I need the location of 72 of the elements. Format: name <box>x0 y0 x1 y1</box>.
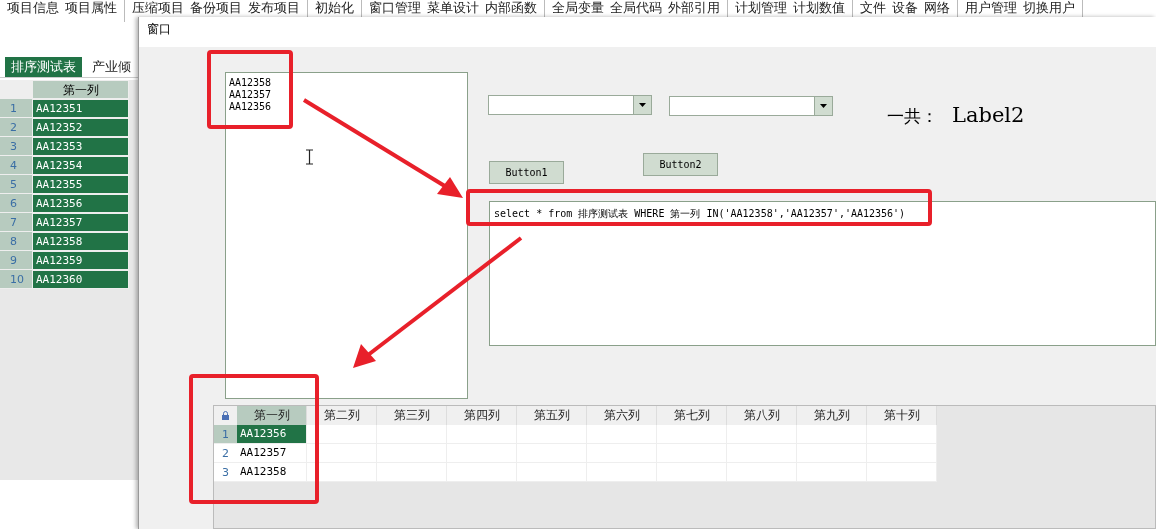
input-field[interactable]: AA12358 AA12357 AA12356 <box>225 72 468 399</box>
table-cell[interactable]: AA12357 <box>32 213 129 232</box>
table-cell[interactable]: AA12355 <box>32 175 129 194</box>
sheet-tab[interactable]: 产业倾 <box>86 57 137 77</box>
table-cell[interactable]: AA12356 <box>237 425 307 444</box>
column-header[interactable]: 第二列 <box>307 406 377 425</box>
toolbar-item[interactable]: 切换用户 <box>1023 0 1075 16</box>
toolbar-item[interactable]: 内部函数 <box>485 0 537 16</box>
row-number: 4 <box>0 156 32 175</box>
row-number: 1 <box>0 99 32 118</box>
toolbar-item[interactable]: 全局变量 <box>552 0 604 16</box>
text-cursor-icon <box>305 149 314 165</box>
dropdown-icon <box>820 104 827 108</box>
row-number: 2 <box>214 444 237 463</box>
row-number: 1 <box>214 425 237 444</box>
push-button[interactable]: Button1 <box>489 161 564 184</box>
table-cell[interactable]: AA12352 <box>32 118 129 137</box>
column-header[interactable]: 第一列 <box>32 80 129 99</box>
push-button[interactable]: Button2 <box>643 153 718 176</box>
column-header[interactable]: 第八列 <box>727 406 797 425</box>
toolbar-item[interactable]: 用户管理 <box>965 0 1017 16</box>
sheet-tab[interactable]: 排序测试表 <box>5 57 82 77</box>
table-cell[interactable]: AA12357 <box>237 444 307 463</box>
column-header[interactable]: 第九列 <box>797 406 867 425</box>
toolbar-item[interactable]: 计划数值 <box>793 0 845 16</box>
table-cell[interactable]: AA12351 <box>32 99 129 118</box>
row-number: 8 <box>0 232 32 251</box>
column-header[interactable]: 第一列 <box>237 406 307 425</box>
grid-corner <box>0 80 32 99</box>
table-cell[interactable]: AA12358 <box>237 463 307 482</box>
column-header[interactable]: 第十列 <box>867 406 937 425</box>
table-cell[interactable]: AA12360 <box>32 270 129 289</box>
total-value: Label2 <box>952 103 1025 127</box>
toolbar-item[interactable]: 压缩项目 <box>132 0 184 16</box>
table-cell[interactable]: AA12358 <box>32 232 129 251</box>
toolbar-item[interactable]: 计划管理 <box>735 0 787 16</box>
toolbar-item[interactable]: 设备 <box>892 0 918 16</box>
row-number: 3 <box>0 137 32 156</box>
toolbar-item[interactable]: 窗口管理 <box>369 0 421 16</box>
toolbar-item[interactable]: 外部引用 <box>668 0 720 16</box>
row-number: 3 <box>214 463 237 482</box>
window-title: 窗口 <box>139 17 1156 47</box>
sql-text-field[interactable]: select * from 排序测试表 WHERE 第一列 IN('AA12358','AA12357','AA12356') <box>489 201 1156 346</box>
row-number: 6 <box>0 194 32 213</box>
column-header[interactable]: 第六列 <box>587 406 657 425</box>
toolbar-item[interactable]: 项目属性 <box>65 0 117 16</box>
toolbar-item[interactable]: 发布项目 <box>248 0 300 16</box>
column-header[interactable]: 第七列 <box>657 406 727 425</box>
table-cell[interactable]: AA12356 <box>32 194 129 213</box>
toolbar-item[interactable]: 网络 <box>924 0 950 16</box>
toolbar-item[interactable]: 备份项目 <box>190 0 242 16</box>
toolbar-item[interactable]: 菜单设计 <box>427 0 479 16</box>
combo-box[interactable] <box>669 96 833 116</box>
total-caption: 一共： <box>887 105 938 128</box>
dropdown-icon <box>639 103 646 107</box>
row-number: 2 <box>0 118 32 137</box>
row-number: 5 <box>0 175 32 194</box>
toolbar-item[interactable]: 全局代码 <box>610 0 662 16</box>
combo-box[interactable] <box>488 95 652 115</box>
table-cell[interactable]: AA12359 <box>32 251 129 270</box>
toolbar-item[interactable]: 文件 <box>860 0 886 16</box>
table-cell[interactable]: AA12354 <box>32 156 129 175</box>
lock-icon <box>222 411 229 420</box>
row-number: 7 <box>0 213 32 232</box>
toolbar-item[interactable]: 初始化 <box>315 0 354 16</box>
column-header[interactable]: 第三列 <box>377 406 447 425</box>
toolbar-item[interactable]: 项目信息 <box>7 0 59 16</box>
column-header[interactable]: 第五列 <box>517 406 587 425</box>
column-header[interactable]: 第四列 <box>447 406 517 425</box>
row-number: 10 <box>0 270 32 289</box>
row-number: 9 <box>0 251 32 270</box>
table-cell[interactable]: AA12353 <box>32 137 129 156</box>
